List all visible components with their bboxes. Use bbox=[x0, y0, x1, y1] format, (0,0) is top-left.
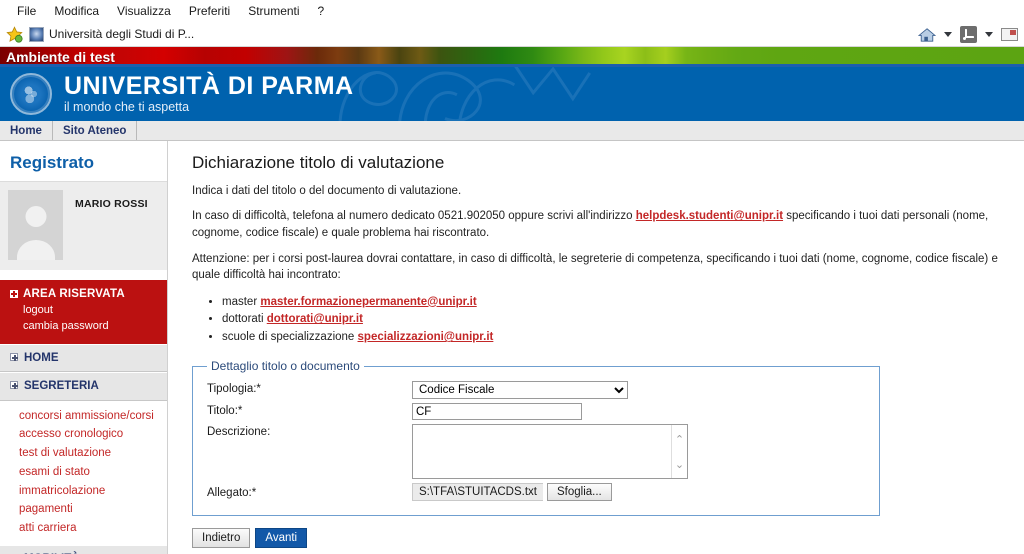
sidebar-section-label: HOME bbox=[24, 352, 59, 364]
browser-tab-title[interactable]: Università degli Studi di P... bbox=[49, 27, 194, 41]
scroll-down-icon[interactable]: ⌄ bbox=[675, 458, 684, 471]
sidebar-item-test-di-valutazione[interactable]: test di valutazione bbox=[0, 444, 167, 463]
sidebar-item-accesso-cronologico[interactable]: accesso cronologico bbox=[0, 425, 167, 444]
titolo-input[interactable] bbox=[412, 403, 582, 421]
header-watermark-pattern bbox=[338, 67, 591, 121]
allegato-file-path[interactable]: S:\TFA\STUITACDS.txt bbox=[412, 483, 543, 502]
intro2-before-text: In caso di difficoltà, telefona al numer… bbox=[192, 210, 636, 223]
sidebar-title: Registrato bbox=[0, 141, 167, 182]
area-riservata-heading[interactable]: AREA RISERVATA bbox=[10, 288, 157, 300]
scroll-up-icon[interactable]: ⌃ bbox=[675, 433, 684, 446]
menu-preferiti[interactable]: Preferiti bbox=[180, 2, 239, 20]
specializzazioni-email-link[interactable]: specializzazioni@unipr.it bbox=[358, 331, 494, 343]
menu-file[interactable]: File bbox=[8, 2, 45, 20]
home-dropdown-caret-icon[interactable] bbox=[944, 32, 952, 37]
bullet-label-dottorati: dottorati bbox=[222, 313, 267, 326]
browser-menu-bar: File Modifica Visualizza Preferiti Strum… bbox=[0, 0, 1024, 22]
tipologia-select[interactable]: Codice Fiscale bbox=[412, 381, 628, 400]
feeds-button[interactable] bbox=[958, 26, 979, 43]
browser-toolbar-right bbox=[916, 22, 1020, 47]
sidebar-item-immatricolazione[interactable]: immatricolazione bbox=[0, 482, 167, 501]
sidebar-item-atti-carriera[interactable]: atti carriera bbox=[0, 519, 167, 538]
brand-tagline: il mondo che ti aspetta bbox=[64, 100, 190, 115]
next-button[interactable]: Avanti bbox=[255, 528, 308, 549]
page-title: Dichiarazione titolo di valutazione bbox=[192, 153, 445, 172]
master-email-link[interactable]: master.formazionepermanente@unipr.it bbox=[260, 296, 476, 308]
brand-block: UNIVERSITÀ DI PARMA il mondo che ti aspe… bbox=[64, 73, 354, 115]
home-button[interactable] bbox=[916, 27, 938, 43]
expand-plus-icon bbox=[10, 290, 18, 298]
bullet-label-specializzazione: scuole di specializzazione bbox=[222, 331, 358, 344]
browser-toolbar: Università degli Studi di P... bbox=[0, 22, 1024, 47]
star-icon[interactable] bbox=[6, 25, 23, 43]
menu-strumenti[interactable]: Strumenti bbox=[239, 2, 308, 20]
user-card: MARIO ROSSI bbox=[0, 182, 167, 270]
dottorati-email-link[interactable]: dottorati@unipr.it bbox=[267, 313, 363, 325]
avatar bbox=[8, 190, 63, 260]
titolo-label: Titolo:* bbox=[207, 405, 243, 418]
sidebar-section-label: SEGRETERIA bbox=[24, 380, 99, 393]
main-content: Dichiarazione titolo di valutazione Indi… bbox=[168, 141, 1024, 554]
descrizione-textarea-wrapper: ⌃ ⌄ bbox=[412, 424, 688, 480]
helpdesk-email-link[interactable]: helpdesk.studenti@unipr.it bbox=[636, 210, 783, 222]
menu-visualizza[interactable]: Visualizza bbox=[108, 2, 180, 20]
expand-plus-icon bbox=[10, 381, 18, 390]
university-crest-icon bbox=[10, 73, 52, 115]
test-environment-label: Ambiente di test bbox=[6, 49, 115, 65]
site-header: UNIVERSITÀ DI PARMA il mondo che ti aspe… bbox=[0, 67, 1024, 121]
back-button[interactable]: Indietro bbox=[192, 528, 251, 549]
intro-paragraph-2: In caso di difficoltà, telefona al numer… bbox=[192, 208, 1008, 241]
feeds-dropdown-caret-icon[interactable] bbox=[985, 32, 993, 37]
sidebar-item-cambia-password[interactable]: cambia password bbox=[10, 320, 157, 332]
brand-title: UNIVERSITÀ DI PARMA bbox=[64, 71, 354, 100]
area-riservata-label: AREA RISERVATA bbox=[23, 288, 125, 300]
menu-help[interactable]: ? bbox=[309, 2, 334, 20]
row-allegato: Allegato:* S:\TFA\STUITACDS.txt Sfoglia.… bbox=[207, 483, 865, 502]
sidebar: Registrato MARIO ROSSI AREA RISERVATA lo… bbox=[0, 141, 168, 554]
sidebar-section-segreteria[interactable]: SEGRETERIA bbox=[0, 372, 167, 401]
descrizione-textarea[interactable] bbox=[413, 425, 671, 479]
mail-icon bbox=[1001, 28, 1018, 41]
sidebar-item-esami-di-stato[interactable]: esami di stato bbox=[0, 463, 167, 482]
allegato-label: Allegato:* bbox=[207, 487, 257, 500]
tipologia-label: Tipologia:* bbox=[207, 383, 261, 396]
row-tipologia: Tipologia:* Codice Fiscale bbox=[207, 381, 865, 400]
sidebar-item-concorsi-ammissione[interactable]: concorsi ammissione/corsi bbox=[0, 407, 167, 426]
list-item: dottorati dottorati@unipr.it bbox=[222, 311, 1008, 329]
sidebar-section-home[interactable]: HOME bbox=[0, 344, 167, 373]
test-environment-banner: Ambiente di test bbox=[0, 47, 1024, 67]
contact-list: master master.formazionepermanente@unipr… bbox=[192, 294, 1008, 347]
descrizione-scrollbar[interactable]: ⌃ ⌄ bbox=[671, 425, 687, 479]
user-name: MARIO ROSSI bbox=[75, 198, 148, 210]
sidebar-item-logout[interactable]: logout bbox=[10, 304, 157, 316]
row-descrizione: Descrizione: ⌃ ⌄ bbox=[207, 424, 865, 480]
expand-plus-icon bbox=[10, 353, 18, 361]
intro-paragraph-1: Indica i dati del titolo o del documento… bbox=[192, 185, 462, 197]
home-icon bbox=[918, 27, 936, 42]
rss-icon bbox=[960, 26, 977, 43]
detail-fieldset-legend: Dettaglio titolo o documento bbox=[211, 359, 360, 374]
intro-paragraph-3: Attenzione: per i corsi post-laurea dovr… bbox=[192, 252, 998, 282]
descrizione-label: Descrizione: bbox=[207, 426, 271, 439]
bullet-label-master: master bbox=[222, 295, 261, 308]
detail-fieldset: Dettaglio titolo o documento Tipologia:*… bbox=[192, 359, 880, 517]
sidebar-submenu-segreteria: concorsi ammissione/corsi accesso cronol… bbox=[0, 400, 167, 545]
browse-button[interactable]: Sfoglia... bbox=[547, 483, 612, 502]
menu-modifica[interactable]: Modifica bbox=[45, 2, 108, 20]
tab-favicon-icon bbox=[29, 26, 44, 42]
list-item: scuole di specializzazione specializzazi… bbox=[222, 329, 1008, 347]
list-item: master master.formazionepermanente@unipr… bbox=[222, 294, 1008, 312]
nav-tab-sito-ateneo[interactable]: Sito Ateneo bbox=[52, 121, 138, 140]
primary-nav: Home Sito Ateneo bbox=[0, 121, 1024, 141]
form-actions: Indietro Avanti bbox=[192, 528, 1008, 549]
nav-tab-home[interactable]: Home bbox=[0, 121, 53, 140]
mail-button[interactable] bbox=[999, 28, 1020, 41]
sidebar-section-area-riservata: AREA RISERVATA logout cambia password bbox=[0, 280, 167, 344]
page-body: Registrato MARIO ROSSI AREA RISERVATA lo… bbox=[0, 141, 1024, 554]
sidebar-item-pagamenti[interactable]: pagamenti bbox=[0, 500, 167, 519]
row-titolo: Titolo:* bbox=[207, 403, 865, 421]
sidebar-section-mobilita-internazionale[interactable]: MOBILITÀ INTERNAZIONALE bbox=[0, 544, 167, 554]
